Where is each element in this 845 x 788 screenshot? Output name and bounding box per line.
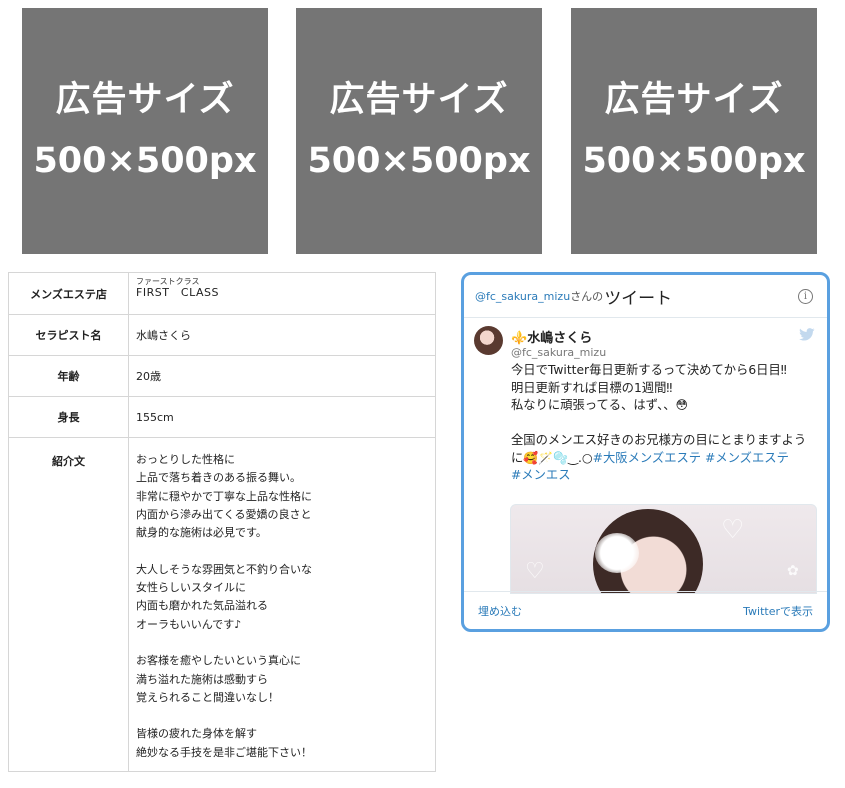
tweet-line: に🥰🪄🫧‿.○#大阪メンズエステ #メンズエステ [511, 450, 816, 468]
tweet-user-name[interactable]: ⚜️水嶋さくら [511, 327, 592, 346]
ad-size-value: 500×500px [33, 141, 257, 181]
table-row: セラピスト名 水嶋さくら [8, 314, 436, 356]
view-on-twitter-link[interactable]: Twitterで表示 [743, 603, 813, 619]
ad-placeholder-3[interactable]: 広告サイズ 500×500px [571, 8, 817, 254]
intro-line: 皆様の疲れた身体を解す [136, 727, 257, 741]
twitter-bird-icon[interactable] [799, 328, 815, 341]
intro-line [136, 634, 435, 652]
tweet-line: 私なりに頑張ってる、はず、、😳 [511, 397, 816, 415]
intro-line: お客様を癒やしたいという真心に [136, 654, 301, 668]
header-title: ツイート [604, 288, 673, 309]
intro-line: オーラもいいんです♪ [136, 617, 242, 631]
shop-name: FIRST CLASS [136, 286, 219, 299]
tweet-line: 今日でTwitter毎日更新するって決めてから6日目‼︎ [511, 363, 787, 377]
avatar[interactable] [474, 326, 503, 355]
tweet-user-handle[interactable]: @fc_sakura_mizu [511, 346, 606, 359]
smiling-hearts-emoji-icon: 🥰🪄🫧 [523, 450, 569, 465]
heart-deco-icon: ♡ [525, 559, 545, 584]
intro-line [136, 707, 435, 725]
hashtag-link[interactable]: #大阪メンズエステ [593, 451, 701, 465]
intro-line: 大人しそうな雰囲気と不釣り合いな [136, 562, 312, 576]
shop-cell: ファーストクラス FIRST CLASS [128, 272, 436, 315]
height-value: 155cm [128, 396, 436, 438]
intro-line: 覚えられること間違いなし！ [136, 690, 279, 704]
tweet-line-text: に [511, 450, 524, 465]
intro-line: 非常に穏やかで丁寧な上品な性格に [136, 489, 312, 503]
tweet-embed-header: @fc_sakura_mizu さんの ツイート i [464, 275, 827, 318]
therapist-profile-table: メンズエステ店 ファーストクラス FIRST CLASS セラピスト名 水嶋さく… [8, 272, 436, 772]
heart-sticker-icon [595, 533, 639, 573]
tweet-embed: @fc_sakura_mizu さんの ツイート i ⚜️水嶋さくら @fc_s… [461, 272, 830, 632]
table-row: 身長 155cm [8, 396, 436, 438]
intro-line: 絶妙なる手技を是非ご堪能下さい！ [136, 745, 312, 759]
ad-placeholder-1[interactable]: 広告サイズ 500×500px [22, 8, 268, 254]
hashtag-link[interactable]: #メンエス [511, 468, 571, 482]
intro-line: 女性らしいスタイルに [136, 581, 246, 595]
tweet-line: 全国のメンエス好きのお兄様方の目にとまりますよう [511, 433, 807, 447]
ad-size-value: 500×500px [582, 141, 806, 181]
shop-label: メンズエステ店 [8, 272, 129, 315]
age-value: 20歳 [128, 355, 436, 397]
ad-size-label: 広告サイズ [55, 80, 235, 120]
table-row: 紹介文 おっとりした性格に 上品で落ち着きのある振る舞い。 非常に穏やかで丁寧な… [8, 437, 436, 772]
tweet-line-deco: ‿.○ [568, 450, 593, 465]
table-row: メンズエステ店 ファーストクラス FIRST CLASS [8, 272, 436, 315]
tweet-text: 今日でTwitter毎日更新するって決めてから6日目‼︎ 明日更新すれば目標の1… [511, 362, 816, 485]
intro-line: おっとりした性格に [136, 453, 235, 466]
user-name-text: 水嶋さくら [527, 331, 593, 346]
sparkle-deco-icon: ✿ [787, 563, 799, 579]
height-label: 身長 [8, 396, 129, 438]
ad-size-label: 広告サイズ [604, 80, 784, 120]
shop-name-ruby: ファーストクラス [136, 277, 200, 286]
ad-size-value: 500×500px [307, 141, 531, 181]
heart-deco-icon: ♡ [721, 515, 745, 545]
header-suffix: さんの [570, 290, 604, 303]
table-row: 年齢 20歳 [8, 355, 436, 397]
embed-link[interactable]: 埋め込む [478, 603, 522, 619]
intro-line [136, 542, 435, 560]
fleur-icon: ⚜️ [511, 331, 528, 346]
tweet-line: 明日更新すれば目標の1週間‼︎ [511, 380, 673, 395]
hashtag-link[interactable]: #メンズエステ [705, 451, 789, 465]
tweet-body: ⚜️水嶋さくら @fc_sakura_mizu 今日でTwitter毎日更新する… [464, 318, 827, 594]
info-icon[interactable]: i [798, 289, 813, 304]
intro-label: 紹介文 [8, 437, 129, 772]
flushed-emoji-icon: 😳 [675, 398, 689, 412]
intro-line: 上品で落ち着きのある振る舞い。 [136, 471, 301, 485]
intro-line: 満ち溢れた施術は感動すら [136, 672, 268, 686]
ad-placeholder-2[interactable]: 広告サイズ 500×500px [296, 8, 542, 254]
intro-line: 内面から滲み出てくる愛嬌の良さと [136, 507, 312, 521]
therapist-label: セラピスト名 [8, 314, 129, 356]
therapist-name: 水嶋さくら [128, 314, 436, 356]
header-handle-link[interactable]: @fc_sakura_mizu [475, 290, 570, 303]
tweet-embed-footer: 埋め込む Twitterで表示 [464, 591, 827, 629]
tweet-media-image[interactable]: ♡ ♡ ✿ [510, 504, 817, 594]
intro-text: おっとりした性格に 上品で落ち着きのある振る舞い。 非常に穏やかで丁寧な上品な性… [128, 437, 436, 772]
tweet-line-text: 私なりに頑張ってる、はず、、 [511, 398, 676, 412]
ad-size-label: 広告サイズ [329, 80, 509, 120]
tweet-line: #メンエス [511, 467, 816, 485]
intro-line: 献身的な施術は必見です。 [136, 526, 267, 540]
intro-line: 内面も磨かれた気品溢れる [136, 599, 268, 613]
age-label: 年齢 [8, 355, 129, 397]
